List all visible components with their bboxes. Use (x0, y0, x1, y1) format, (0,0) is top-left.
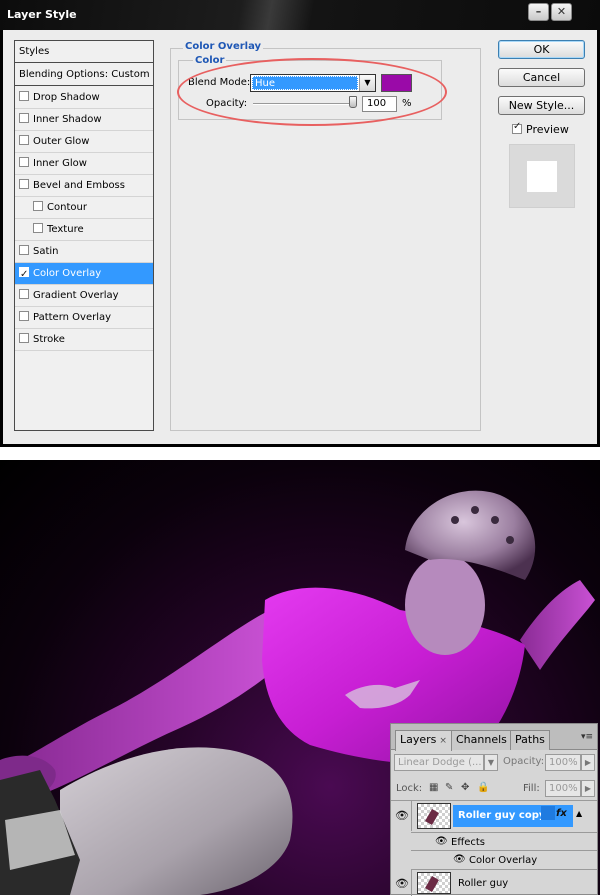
effects-label: Effects (451, 837, 485, 848)
lock-move-icon[interactable]: ✥ (461, 782, 472, 793)
checkbox[interactable] (19, 333, 29, 343)
chevron-right-icon[interactable]: ▶ (581, 754, 595, 771)
chevron-right-icon[interactable]: ▶ (581, 780, 595, 797)
tab-layers-label: Layers (400, 733, 437, 746)
lock-label: Lock: (396, 783, 423, 794)
subgroup-title: Color (193, 55, 227, 66)
style-item-texture[interactable]: Texture (15, 219, 153, 241)
fill-label: Fill: (523, 783, 540, 794)
style-item-inner-glow[interactable]: Inner Glow (15, 153, 153, 175)
layer-thumbnail (417, 872, 451, 894)
layer-opacity-label: Opacity: (503, 756, 545, 767)
eye-icon[interactable]: 👁 (395, 810, 409, 821)
style-preview (509, 144, 575, 208)
preview-label: Preview (526, 123, 569, 136)
layer-row-copy[interactable]: 👁 Roller guy copy fx ▲ (391, 801, 597, 831)
styles-header[interactable]: Styles (15, 41, 153, 63)
ok-button[interactable]: OK (498, 40, 585, 59)
layer-thumbnail (417, 803, 451, 829)
tab-layers[interactable]: Layers × (395, 730, 452, 751)
checkbox[interactable] (19, 179, 29, 189)
lock-paint-icon[interactable]: ✎ (445, 782, 456, 793)
style-item-gradient-overlay[interactable]: Gradient Overlay (15, 285, 153, 307)
checkbox[interactable] (19, 135, 29, 145)
layer-opacity-value[interactable]: 100% (545, 754, 581, 771)
style-item-color-overlay[interactable]: Color Overlay (15, 263, 153, 286)
styles-list: Styles Blending Options: Custom Drop Sha… (14, 40, 154, 431)
checkbox[interactable] (33, 201, 43, 211)
highlight-ellipse (177, 58, 447, 126)
minimize-icon[interactable]: – (528, 3, 549, 21)
checkbox[interactable] (19, 91, 29, 101)
eye-icon[interactable]: 👁 (453, 854, 466, 865)
style-item-label: Bevel and Emboss (33, 180, 125, 191)
chevron-up-icon[interactable]: ▲ (576, 809, 582, 818)
preview-checkbox[interactable]: Preview (512, 121, 569, 136)
style-item-drop-shadow[interactable]: Drop Shadow (15, 87, 153, 109)
checkbox[interactable] (19, 289, 29, 299)
style-item-label: Pattern Overlay (33, 312, 112, 323)
preview-swatch (527, 161, 557, 192)
style-item-outer-glow[interactable]: Outer Glow (15, 131, 153, 153)
style-item-label: Inner Shadow (33, 114, 102, 125)
lock-transparency-icon[interactable]: ▦ (429, 782, 440, 793)
layer-name-original[interactable]: Roller guy (458, 878, 508, 889)
fill-value[interactable]: 100% (545, 780, 581, 797)
style-item-label: Outer Glow (33, 136, 90, 147)
fx-icon[interactable]: fx (556, 808, 567, 819)
lock-all-icon[interactable]: 🔒 (477, 782, 489, 793)
tab-channels[interactable]: Channels (451, 730, 512, 750)
style-item-stroke[interactable]: Stroke (15, 329, 153, 351)
eye-icon[interactable]: 👁 (435, 836, 448, 847)
lock-icons: ▦ ✎ ✥ 🔒 (429, 782, 493, 793)
style-item-label: Drop Shadow (33, 92, 100, 103)
preview-check-icon[interactable] (512, 121, 522, 134)
layer-row-original[interactable]: 👁 Roller guy (391, 870, 597, 896)
layers-tabs: Layers × Channels Paths ▾≡ (391, 724, 597, 751)
chevron-down-icon[interactable]: ▼ (484, 754, 498, 771)
style-item-inner-shadow[interactable]: Inner Shadow (15, 109, 153, 131)
effect-color-overlay-label: Color Overlay (469, 855, 538, 866)
style-item-contour[interactable]: Contour (15, 197, 153, 219)
layers-panel: Layers × Channels Paths ▾≡ Linear Dodge (… (390, 723, 598, 896)
checkbox[interactable] (19, 245, 29, 255)
dialog-titlebar[interactable]: Layer Style – ✕ (0, 0, 600, 30)
style-item-satin[interactable]: Satin (15, 241, 153, 263)
style-item-label: Gradient Overlay (33, 290, 119, 301)
layer-style-dialog: Layer Style – ✕ Styles Blending Options:… (0, 0, 600, 447)
layer-blend-mode[interactable]: Linear Dodge (... (394, 754, 484, 771)
close-icon[interactable]: ✕ (551, 3, 572, 21)
dialog-client: Styles Blending Options: Custom Drop Sha… (3, 30, 597, 444)
checkbox[interactable] (33, 223, 43, 233)
checkbox[interactable] (19, 311, 29, 321)
style-item-label: Inner Glow (33, 158, 87, 169)
dialog-title: Layer Style (7, 8, 77, 21)
style-item-pattern-overlay[interactable]: Pattern Overlay (15, 307, 153, 329)
eye-icon[interactable]: 👁 (395, 878, 409, 889)
cancel-button[interactable]: Cancel (498, 68, 585, 87)
effect-color-overlay-row[interactable]: 👁 Color Overlay (411, 851, 597, 870)
style-item-label: Color Overlay (33, 268, 102, 279)
panel-menu-icon[interactable]: ▾≡ (581, 732, 593, 742)
style-item-label: Contour (47, 202, 87, 213)
style-item-label: Satin (33, 246, 59, 257)
checkbox[interactable] (19, 157, 29, 167)
close-icon[interactable]: × (439, 736, 447, 746)
style-item-label: Texture (47, 224, 84, 235)
group-title: Color Overlay (183, 41, 264, 52)
checkbox[interactable] (19, 113, 29, 123)
style-item-label: Stroke (33, 334, 65, 345)
blending-options[interactable]: Blending Options: Custom (15, 64, 153, 86)
effects-row[interactable]: 👁 Effects (411, 832, 597, 851)
new-style-button[interactable]: New Style... (498, 96, 585, 115)
layer-name-copy[interactable]: Roller guy copy (458, 810, 545, 821)
checkbox[interactable] (19, 264, 29, 286)
tab-paths[interactable]: Paths (510, 730, 550, 750)
style-item-bevel-and-emboss[interactable]: Bevel and Emboss (15, 175, 153, 197)
